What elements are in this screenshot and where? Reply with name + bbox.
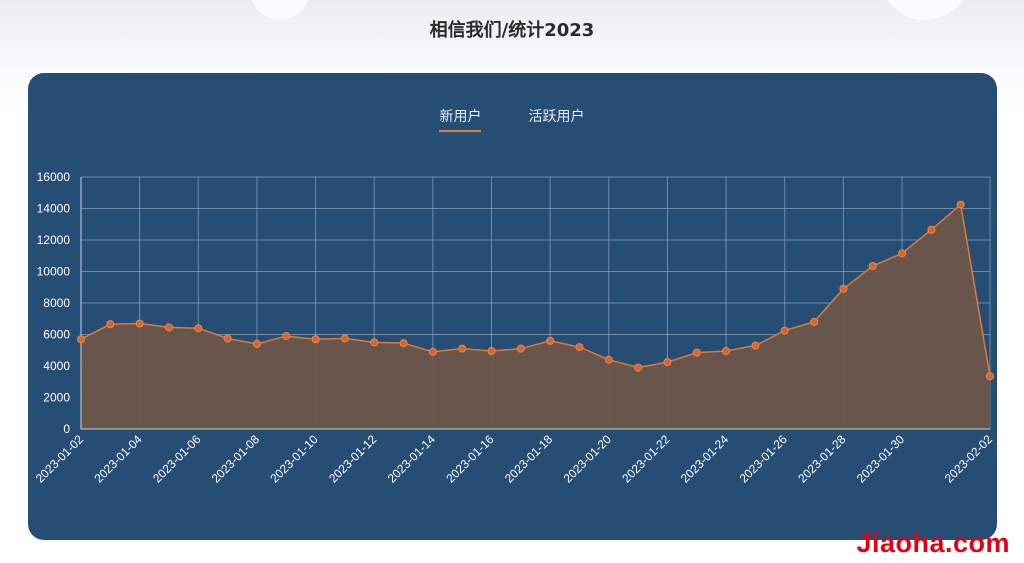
y-tick-label: 14000 xyxy=(37,202,71,216)
y-tick-label: 8000 xyxy=(43,296,70,310)
data-point xyxy=(340,334,349,343)
x-tick-label: 2023-01-18 xyxy=(502,432,556,486)
data-point xyxy=(370,338,379,347)
data-point xyxy=(164,323,173,332)
data-point xyxy=(282,332,291,341)
x-tick-label: 2023-01-14 xyxy=(385,432,439,486)
data-point xyxy=(575,343,584,352)
x-tick-label: 2023-01-04 xyxy=(91,432,145,486)
y-tick-label: 2000 xyxy=(43,391,70,405)
data-point xyxy=(194,324,203,333)
area-chart: 0 2000 4000 6000 8000 10000 12000 14000 16000 202… xyxy=(33,170,996,486)
data-point xyxy=(692,348,701,357)
x-tick-label: 2023-01-20 xyxy=(561,432,615,486)
x-tick-label: 2023-01-30 xyxy=(854,432,908,486)
data-point xyxy=(487,347,496,356)
data-point xyxy=(663,358,672,367)
data-point xyxy=(516,344,525,353)
y-tick-label: 0 xyxy=(63,422,70,436)
data-point xyxy=(722,347,731,356)
x-tick-label: 2023-01-06 xyxy=(150,432,204,486)
watermark: Jiaoha.com xyxy=(856,528,1010,558)
data-point xyxy=(604,355,613,364)
data-point xyxy=(399,339,408,348)
data-point xyxy=(986,372,994,381)
data-point xyxy=(898,249,907,258)
x-tick-label: 2023-02-02 xyxy=(942,432,996,486)
x-tick-label: 2023-01-28 xyxy=(795,432,849,486)
x-tick-label: 2023-01-26 xyxy=(737,432,791,486)
data-point xyxy=(223,334,232,343)
data-point xyxy=(634,363,643,372)
x-tick-label: 2023-01-02 xyxy=(33,432,87,486)
data-point xyxy=(956,200,965,209)
x-tick-label: 2023-01-16 xyxy=(443,432,497,486)
x-tick-label: 2023-01-08 xyxy=(209,432,263,486)
data-point xyxy=(135,319,144,328)
y-tick-label: 16000 xyxy=(37,170,71,184)
x-tick-label: 2023-01-12 xyxy=(326,432,380,486)
y-tick-label: 12000 xyxy=(37,233,71,247)
data-point xyxy=(839,284,848,293)
y-tick-label: 6000 xyxy=(43,328,70,342)
data-point xyxy=(780,326,789,335)
data-point xyxy=(751,341,760,350)
y-tick-label: 4000 xyxy=(43,359,70,373)
data-point xyxy=(810,317,819,326)
y-tick-label: 10000 xyxy=(37,265,71,279)
data-point xyxy=(77,335,85,344)
data-point xyxy=(458,344,467,353)
data-point xyxy=(428,347,437,356)
data-point xyxy=(252,339,261,348)
x-tick-label: 2023-01-24 xyxy=(678,432,732,486)
series-area xyxy=(81,204,990,429)
data-point xyxy=(546,336,555,345)
x-tick-label: 2023-01-10 xyxy=(267,432,321,486)
data-point xyxy=(927,225,936,234)
x-tick-label: 2023-01-22 xyxy=(619,432,673,486)
data-point xyxy=(868,261,877,270)
data-point xyxy=(311,335,320,344)
data-point xyxy=(106,320,115,329)
